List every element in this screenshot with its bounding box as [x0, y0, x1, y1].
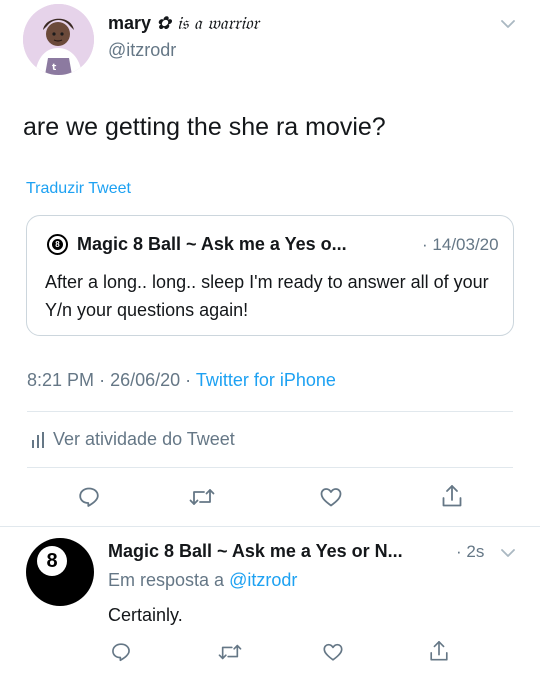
quoted-date-text: 14/03/20 — [432, 235, 499, 254]
author-name-text: mary — [108, 13, 152, 33]
reply-button[interactable] — [74, 482, 104, 512]
reply-author-avatar[interactable]: 8 — [26, 538, 94, 606]
retweet-icon — [189, 489, 215, 505]
reply-context: Em resposta a @itzrodr — [108, 570, 297, 591]
avatar-illustration: t — [23, 4, 94, 75]
share-button[interactable] — [424, 636, 454, 666]
reply-author-name[interactable]: Magic 8 Ball ~ Ask me a Yes or N... — [108, 541, 403, 562]
reply-text: Certainly. — [108, 605, 183, 625]
dot-separator: · — [422, 235, 428, 254]
share-button[interactable] — [437, 481, 467, 511]
svg-text:t: t — [52, 63, 57, 73]
reply-icon — [112, 643, 130, 662]
retweet-button[interactable] — [187, 482, 217, 512]
share-icon — [430, 641, 448, 661]
reply-time-text: 2s — [466, 542, 485, 561]
like-button[interactable] — [316, 482, 346, 512]
retweet-button[interactable] — [215, 637, 245, 667]
magic-8-ball-digit: 8 — [52, 239, 63, 250]
chevron-down-icon[interactable] — [500, 16, 516, 37]
tweet-date: 26/06/20 — [110, 370, 181, 390]
tweet-text: are we getting the she ra movie? — [23, 113, 386, 141]
dot-separator: · — [99, 370, 106, 390]
quoted-date: · 14/03/20 — [422, 235, 499, 255]
quoted-author-name: Magic 8 Ball ~ Ask me a Yes o... — [77, 234, 347, 254]
retweet-icon — [218, 644, 242, 660]
divider — [0, 526, 540, 527]
magic-8-ball-digit: 8 — [37, 546, 67, 576]
reply-button[interactable] — [106, 637, 136, 667]
like-icon — [320, 488, 342, 507]
translate-tweet-link[interactable]: Traduzir Tweet — [26, 180, 131, 198]
reply-prefix: Em resposta a — [108, 570, 225, 590]
author-name-decoration: ✿ 𝔦𝔰 𝔞 𝔴𝔞𝔯𝔯𝔦𝔬𝔯 — [156, 13, 259, 34]
tweet-activity-label: Ver atividade do Tweet — [53, 429, 235, 449]
reply-to-handle[interactable]: @itzrodr — [229, 570, 297, 590]
tweet-source-link[interactable]: Twitter for iPhone — [196, 370, 336, 390]
quoted-tweet-card[interactable]: 8 Magic 8 Ball ~ Ask me a Yes o... · 14/… — [26, 215, 514, 336]
share-icon — [442, 485, 462, 507]
author-handle[interactable]: @itzrodr — [108, 40, 176, 61]
tweet-timestamp: 8:21 PM · 26/06/20 · Twitter for iPhone — [27, 370, 336, 391]
tweet-time: 8:21 PM — [27, 370, 95, 390]
divider — [27, 411, 513, 412]
author-avatar[interactable]: t — [23, 4, 94, 75]
divider — [27, 467, 513, 468]
dot-separator: · — [456, 542, 462, 561]
reply-time: · 2s — [456, 542, 484, 562]
like-icon — [323, 643, 343, 661]
tweet-activity-link[interactable]: Ver atividade do Tweet — [31, 429, 235, 450]
activity-icon — [32, 431, 44, 448]
reply-icon — [79, 487, 99, 507]
author-name[interactable]: mary ✿ 𝔦𝔰 𝔞 𝔴𝔞𝔯𝔯𝔦𝔬𝔯 — [108, 13, 259, 34]
chevron-down-icon[interactable] — [500, 545, 516, 566]
like-button[interactable] — [318, 637, 348, 667]
quoted-text: After a long.. long.. sleep I'm ready to… — [45, 272, 489, 320]
dot-separator: · — [185, 370, 192, 390]
magic-8-ball-icon: 8 — [47, 234, 68, 255]
